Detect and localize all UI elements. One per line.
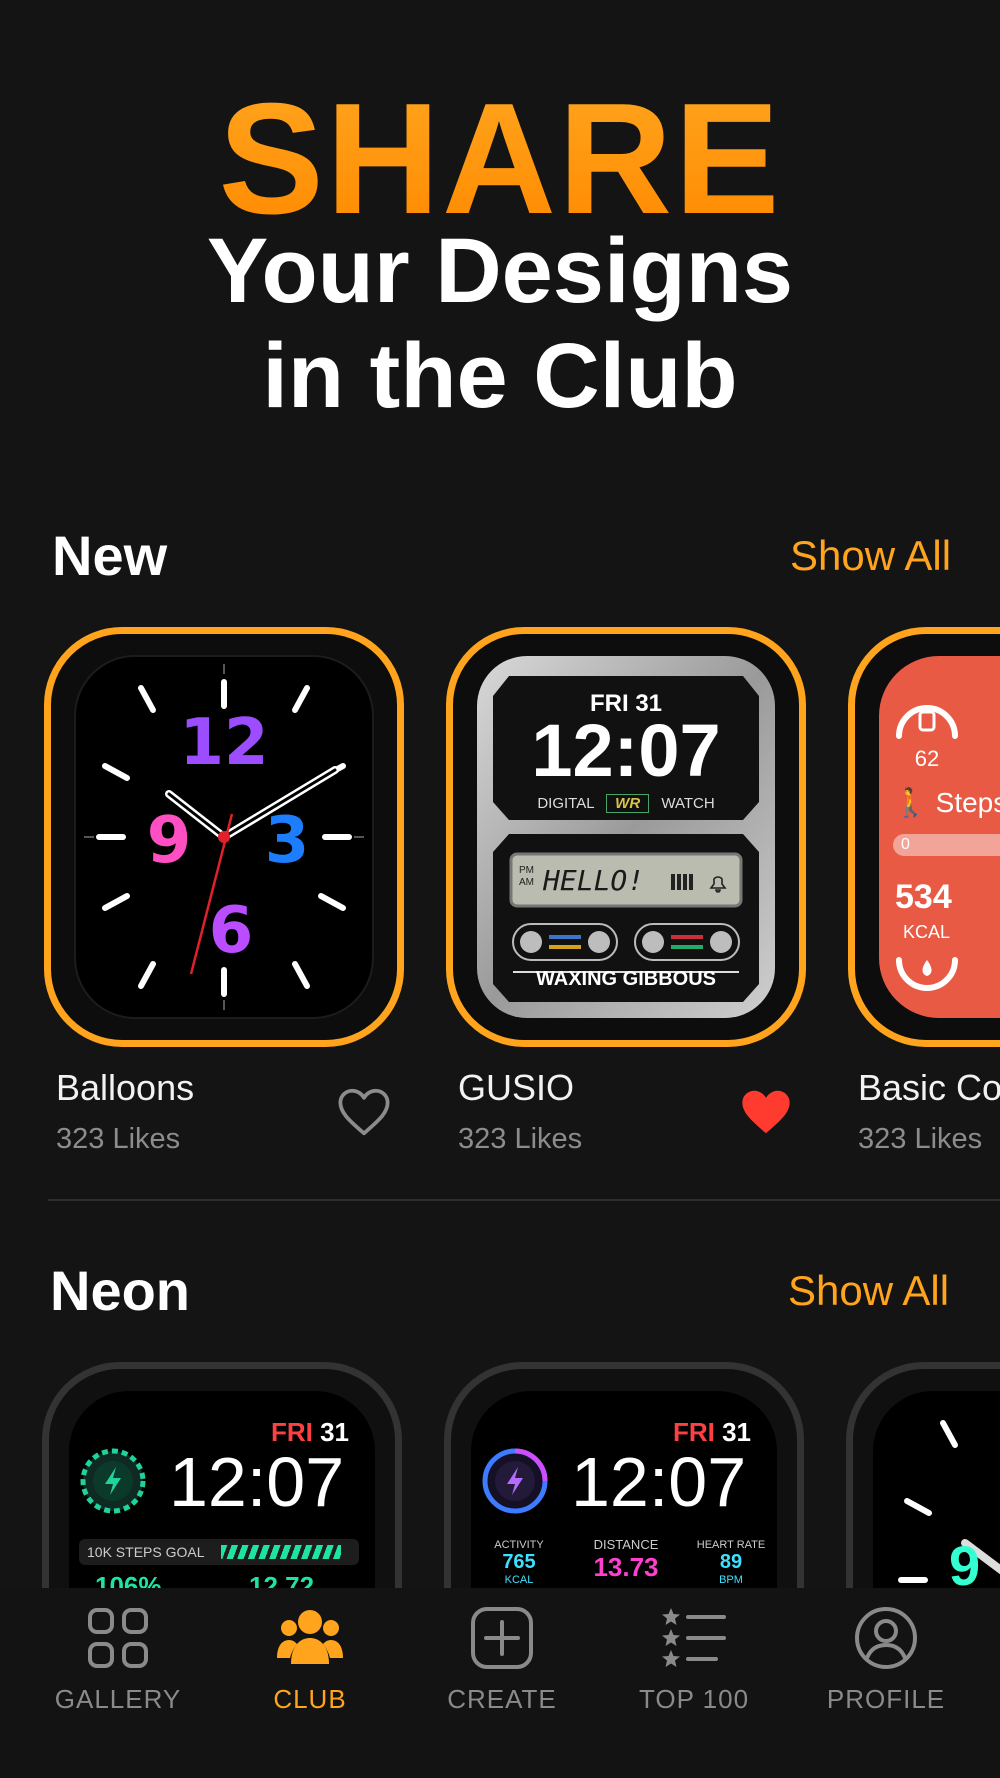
watchface-frame: 12 9 3 6 bbox=[44, 627, 404, 1047]
watchface-likes: 323 Likes bbox=[458, 1123, 583, 1155]
watchface-card-gusio[interactable]: FRI 31 12:07 DIGITAL WR WATCH PM AM HELL… bbox=[446, 627, 806, 1157]
tab-club[interactable]: CLUB bbox=[220, 1606, 400, 1715]
show-all-new-button[interactable]: Show All bbox=[790, 532, 951, 580]
watchface-frame: 62 🚶 Steps 0 534 KCAL bbox=[848, 627, 1000, 1047]
steps-label: Steps bbox=[935, 787, 1000, 818]
lightning-ring-icon bbox=[80, 1448, 146, 1514]
tab-label: PROFILE bbox=[826, 1684, 946, 1714]
watchface-card-neon-2[interactable]: FRI 31 12:07 ACTIVITY 765 KCAL DISTANCE … bbox=[444, 1362, 804, 1588]
distance-label: DISTANCE bbox=[593, 1537, 659, 1552]
section-title-neon: Neon bbox=[50, 1259, 190, 1322]
tab-profile[interactable]: PROFILE bbox=[796, 1606, 976, 1715]
neon-3-numeral: 9 bbox=[949, 1534, 981, 1588]
steps-progress: 0 bbox=[893, 834, 1000, 856]
basic-colors-face: 62 🚶 Steps 0 534 KCAL bbox=[879, 656, 1000, 1018]
watchface-name: Basic Colors bbox=[858, 1067, 1000, 1108]
gusio-am: AM bbox=[519, 877, 534, 888]
gusio-ampm: PM AM bbox=[519, 865, 534, 889]
gusio-pm: PM bbox=[519, 865, 534, 876]
hero-line-1: Your Designs bbox=[206, 220, 794, 322]
neon-1-goal-progress bbox=[221, 1545, 341, 1559]
watchface-name: Balloons bbox=[56, 1067, 195, 1108]
gusio-label-row: DIGITAL WR WATCH bbox=[453, 794, 799, 813]
watchface-card-balloons[interactable]: 12 9 3 6 Balloons 323 Likes bbox=[44, 627, 404, 1157]
watchface-frame: FRI 31 12:07 10K STEPS GOAL 106% 12.72 bbox=[42, 1362, 402, 1588]
numeral-12: 12 bbox=[179, 706, 268, 780]
distance-value: 13.73 bbox=[593, 1552, 659, 1582]
gusio-lcd-text: HELLO! bbox=[543, 864, 645, 897]
neon-1-time: 12:07 bbox=[169, 1443, 345, 1521]
tab-label: TOP 100 bbox=[638, 1684, 750, 1714]
numeral-9: 9 bbox=[147, 804, 192, 878]
person-circle-icon bbox=[855, 1607, 917, 1669]
gusio-label-right: WATCH bbox=[661, 795, 715, 812]
heart-outline-icon[interactable] bbox=[335, 1086, 393, 1138]
section-title-new: New bbox=[52, 524, 168, 587]
hero-headline: SHARE bbox=[0, 80, 1000, 238]
gusio-label-left: DIGITAL bbox=[537, 795, 594, 812]
neon-1-goal-label: 10K STEPS GOAL bbox=[87, 1544, 205, 1560]
activity-value: 765 bbox=[502, 1551, 536, 1573]
neon-2-heart: HEART RATE 89 BPM bbox=[693, 1539, 769, 1586]
star-list-icon bbox=[662, 1608, 726, 1667]
neon-1-stat-a: 106% bbox=[95, 1571, 162, 1588]
bell-icon bbox=[671, 874, 727, 893]
neon-2-face: FRI 31 12:07 ACTIVITY 765 KCAL DISTANCE … bbox=[471, 1391, 777, 1588]
neon-2-activity: ACTIVITY 765 KCAL bbox=[481, 1539, 557, 1586]
watchface-frame: 9 bbox=[846, 1362, 1000, 1588]
balloons-face-graphic: 12 9 3 6 bbox=[74, 655, 374, 1019]
watchface-frame: FRI 31 12:07 DIGITAL WR WATCH PM AM HELL… bbox=[446, 627, 806, 1047]
hero-line-2: in the Club bbox=[262, 325, 738, 427]
activity-unit: KCAL bbox=[504, 1574, 534, 1586]
watchface-likes: 323 Likes bbox=[858, 1123, 983, 1155]
kcal-label: KCAL bbox=[903, 922, 951, 942]
tab-create[interactable]: CREATE bbox=[412, 1606, 592, 1715]
watchface-likes: 323 Likes bbox=[56, 1123, 181, 1155]
steps-row: 🚶 Steps bbox=[893, 786, 1000, 819]
grid-icon bbox=[88, 1608, 148, 1668]
plus-square-icon bbox=[471, 1607, 533, 1669]
tab-label: CLUB bbox=[273, 1684, 347, 1714]
heart-value: 89 bbox=[719, 1551, 743, 1573]
gusio-moon-phase: WAXING GIBBOUS bbox=[535, 968, 716, 990]
walking-icon: 🚶 bbox=[893, 787, 928, 818]
neon-2-time: 12:07 bbox=[571, 1443, 747, 1521]
flame-ring-icon bbox=[896, 957, 958, 991]
section-divider bbox=[48, 1199, 1000, 1201]
tab-top-100[interactable]: TOP 100 bbox=[604, 1606, 784, 1715]
tab-label: GALLERY bbox=[54, 1684, 182, 1714]
watchface-card-neon-1[interactable]: FRI 31 12:07 10K STEPS GOAL 106% 12.72 bbox=[42, 1362, 402, 1588]
people-icon bbox=[277, 1610, 343, 1664]
show-all-neon-button[interactable]: Show All bbox=[788, 1267, 949, 1315]
watchface-name: GUSIO bbox=[458, 1067, 575, 1108]
kcal-value: 534 bbox=[895, 878, 952, 916]
tab-bar: GALLERY CLUB CREATE TOP 100 PROFILE bbox=[0, 1588, 1000, 1778]
gusio-indicator-lights bbox=[512, 923, 740, 973]
heart-unit: BPM bbox=[719, 1574, 743, 1586]
battery-value: 62 bbox=[914, 746, 940, 771]
numeral-6: 6 bbox=[209, 894, 254, 968]
tab-label: CREATE bbox=[447, 1684, 557, 1714]
gusio-label-badge: WR bbox=[606, 794, 650, 813]
tab-gallery[interactable]: GALLERY bbox=[28, 1606, 208, 1715]
gusio-time: 12:07 bbox=[531, 709, 721, 792]
watchface-frame: FRI 31 12:07 ACTIVITY 765 KCAL DISTANCE … bbox=[444, 1362, 804, 1588]
neon-2-distance: DISTANCE 13.73 bbox=[571, 1537, 681, 1583]
neon-1-face: FRI 31 12:07 10K STEPS GOAL 106% 12.72 bbox=[69, 1391, 375, 1588]
watchface-card-neon-3[interactable]: 9 bbox=[846, 1362, 1000, 1588]
heart-label: HEART RATE bbox=[696, 1539, 766, 1551]
neon-1-stat-b: 12.72 bbox=[249, 1571, 315, 1588]
heart-filled-icon[interactable] bbox=[737, 1086, 795, 1138]
numeral-3: 3 bbox=[265, 804, 310, 878]
neon-1-goal-bar: 10K STEPS GOAL bbox=[79, 1539, 359, 1565]
lightning-ring-icon bbox=[482, 1448, 548, 1514]
watchface-card-basic-colors[interactable]: 62 🚶 Steps 0 534 KCAL Basic Colors 323 L… bbox=[848, 627, 1000, 1157]
battery-ring-icon bbox=[896, 705, 958, 739]
activity-label: ACTIVITY bbox=[494, 1539, 544, 1551]
